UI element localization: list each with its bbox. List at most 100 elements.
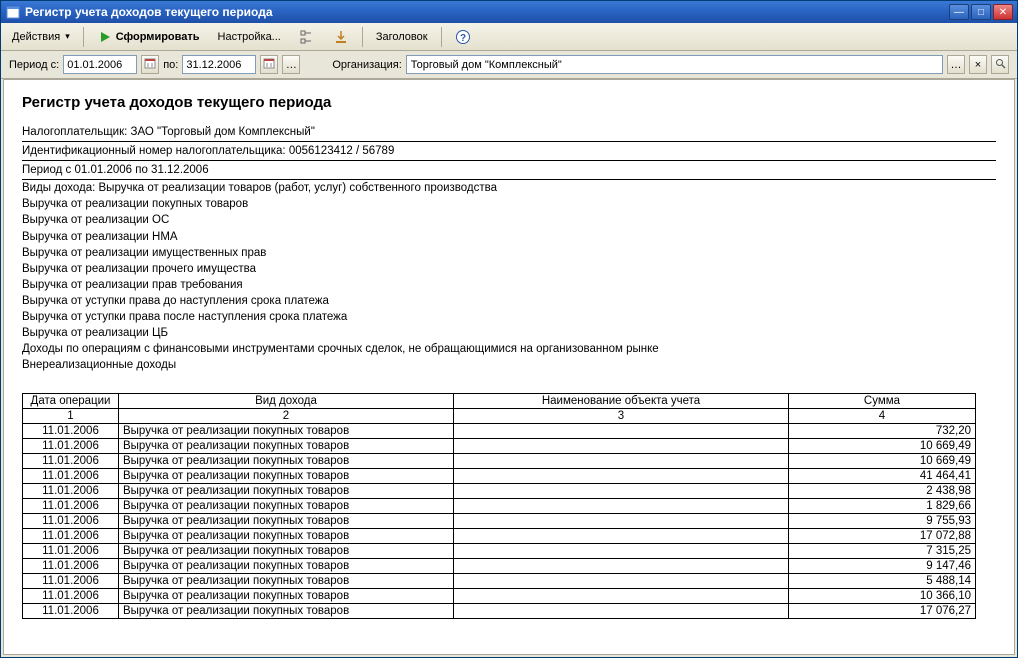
date-from-picker[interactable] (141, 55, 159, 74)
table-row[interactable]: 11.01.2006Выручка от реализации покупных… (23, 439, 976, 454)
table-row[interactable]: 11.01.2006Выручка от реализации покупных… (23, 529, 976, 544)
cell-object (454, 559, 789, 574)
toolbar-separator (83, 27, 84, 47)
close-button[interactable]: ✕ (993, 4, 1013, 20)
table-header-row: Дата операции Вид дохода Наименование об… (23, 394, 976, 409)
cell-type: Выручка от реализации покупных товаров (119, 469, 454, 484)
org-ellipsis-button[interactable]: … (947, 55, 965, 74)
toolbar-separator (441, 27, 442, 47)
table-row[interactable]: 11.01.2006Выручка от реализации покупных… (23, 469, 976, 484)
cell-date: 11.01.2006 (23, 424, 119, 439)
report: Регистр учета доходов текущего периода Н… (4, 80, 1014, 625)
header-button[interactable]: Заголовок (369, 26, 435, 48)
cell-sum: 41 464,41 (789, 469, 976, 484)
date-to-picker[interactable] (260, 55, 278, 74)
cell-object (454, 574, 789, 589)
calendar-icon (263, 57, 275, 72)
cell-sum: 10 669,49 (789, 454, 976, 469)
cell-date: 11.01.2006 (23, 484, 119, 499)
period-line: Период с 01.01.2006 по 31.12.2006 (22, 161, 996, 180)
col-date: Дата операции (23, 394, 119, 409)
window-controls: — □ ✕ (949, 4, 1013, 20)
table-numrow: 1 2 3 4 (23, 409, 976, 424)
chevron-down-icon: ▾ (65, 31, 70, 42)
table-row[interactable]: 11.01.2006Выручка от реализации покупных… (23, 424, 976, 439)
report-scroll-area[interactable]: Регистр учета доходов текущего периода Н… (4, 80, 1014, 654)
income-type-line: Виды дохода: Выручка от реализации товар… (22, 180, 996, 196)
org-label: Организация: (332, 59, 401, 71)
table-row[interactable]: 11.01.2006Выручка от реализации покупных… (23, 499, 976, 514)
cell-object (454, 469, 789, 484)
table-row[interactable]: 11.01.2006Выручка от реализации покупных… (23, 574, 976, 589)
save-icon (333, 29, 349, 45)
cell-type: Выручка от реализации покупных товаров (119, 484, 454, 499)
colnum: 2 (119, 409, 454, 424)
period-from-label: Период с: (9, 59, 59, 71)
cell-object (454, 529, 789, 544)
save-report-button[interactable] (326, 26, 356, 48)
search-icon (995, 58, 1006, 72)
table-row[interactable]: 11.01.2006Выручка от реализации покупных… (23, 514, 976, 529)
cell-sum: 7 315,25 (789, 544, 976, 559)
cell-date: 11.01.2006 (23, 469, 119, 484)
date-to-input[interactable] (182, 55, 256, 74)
cell-object (454, 499, 789, 514)
app-icon (5, 4, 21, 20)
cell-object (454, 439, 789, 454)
org-input[interactable] (406, 55, 943, 74)
cell-type: Выручка от реализации покупных товаров (119, 604, 454, 619)
table-row[interactable]: 11.01.2006Выручка от реализации покупных… (23, 544, 976, 559)
minimize-button[interactable]: — (949, 4, 969, 20)
filter-bar: Период с: по: … Организация: … × (1, 51, 1017, 79)
cell-object (454, 424, 789, 439)
taxpayer-line: Налогоплательщик: ЗАО "Торговый дом Комп… (22, 123, 996, 142)
cell-type: Выручка от реализации покупных товаров (119, 454, 454, 469)
cell-date: 11.01.2006 (23, 589, 119, 604)
maximize-button[interactable]: □ (971, 4, 991, 20)
income-type-line: Выручка от реализации покупных товаров (22, 196, 996, 212)
income-type-line: Выручка от реализации ОС (22, 212, 996, 228)
form-label: Сформировать (116, 31, 200, 43)
svg-text:?: ? (460, 33, 466, 44)
income-types-list: Виды дохода: Выручка от реализации товар… (22, 180, 996, 373)
cell-date: 11.01.2006 (23, 559, 119, 574)
window-title: Регистр учета доходов текущего периода (25, 5, 949, 19)
table-body: 11.01.2006Выручка от реализации покупных… (23, 424, 976, 619)
col-type: Вид дохода (119, 394, 454, 409)
cell-sum: 10 669,49 (789, 439, 976, 454)
income-type-line: Выручка от реализации прочего имущества (22, 261, 996, 277)
table-row[interactable]: 11.01.2006Выручка от реализации покупных… (23, 604, 976, 619)
play-icon (97, 29, 113, 45)
table-row[interactable]: 11.01.2006Выручка от реализации покупных… (23, 454, 976, 469)
cell-object (454, 484, 789, 499)
settings-label: Настройка... (218, 31, 281, 43)
period-to-label: по: (163, 59, 178, 71)
date-from-input[interactable] (63, 55, 137, 74)
org-clear-button[interactable]: × (969, 55, 987, 74)
table-row[interactable]: 11.01.2006Выручка от реализации покупных… (23, 484, 976, 499)
cell-object (454, 589, 789, 604)
settings-button[interactable]: Настройка... (211, 26, 288, 48)
tree-toggle-button[interactable] (292, 26, 322, 48)
header-label: Заголовок (376, 31, 428, 43)
cell-sum: 732,20 (789, 424, 976, 439)
toolbar-separator (362, 27, 363, 47)
org-search-button[interactable] (991, 55, 1009, 74)
cell-date: 11.01.2006 (23, 574, 119, 589)
table-row[interactable]: 11.01.2006Выручка от реализации покупных… (23, 559, 976, 574)
cell-date: 11.01.2006 (23, 514, 119, 529)
form-button[interactable]: Сформировать (90, 26, 207, 48)
cell-date: 11.01.2006 (23, 439, 119, 454)
table-row[interactable]: 11.01.2006Выручка от реализации покупных… (23, 589, 976, 604)
cell-object (454, 544, 789, 559)
cell-sum: 17 072,88 (789, 529, 976, 544)
cell-type: Выручка от реализации покупных товаров (119, 439, 454, 454)
actions-menu[interactable]: Действия▾ (5, 26, 77, 48)
cell-sum: 2 438,98 (789, 484, 976, 499)
colnum: 4 (789, 409, 976, 424)
toolbar: Действия▾ Сформировать Настройка... Заго… (1, 23, 1017, 51)
report-title: Регистр учета доходов текущего периода (22, 94, 996, 111)
period-ellipsis-button[interactable]: … (282, 55, 300, 74)
help-button[interactable]: ? (448, 26, 478, 48)
income-type-line: Выручка от уступки права после наступлен… (22, 309, 996, 325)
